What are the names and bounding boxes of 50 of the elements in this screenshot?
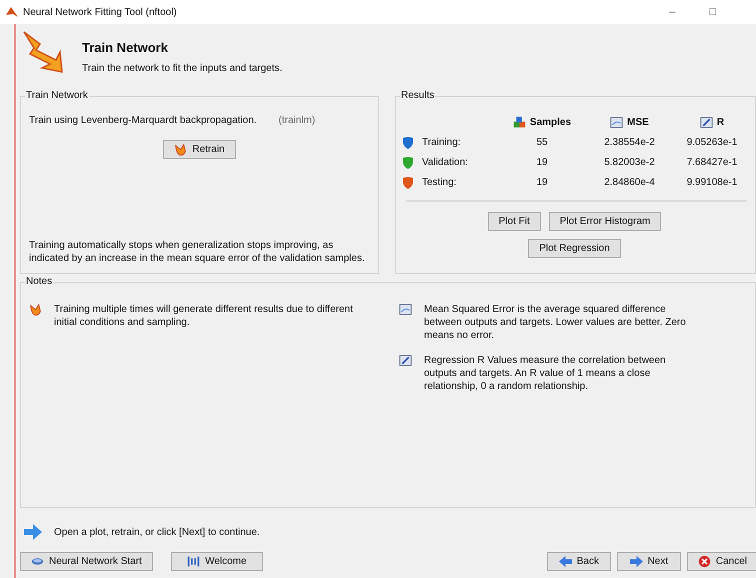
note-text: Mean Squared Error is the average squared difference between outputs and targets. Lower values are better. Zero means no error. <box>424 303 687 342</box>
app-icon <box>6 6 18 18</box>
train-function-text: (trainlm) <box>278 114 316 128</box>
arrow-right-icon <box>630 555 643 568</box>
table-cell-text: 2.84860e-4 <box>603 176 656 190</box>
nav-button[interactable]: Next <box>616 552 681 571</box>
training-note: Training automatically stops when generalization stops improving, as indicated by an increase in the mean square error of the validation samples. <box>29 239 366 265</box>
cubes-icon <box>512 116 526 129</box>
page-subtitle: Train the network to fit the inputs and targets. <box>82 62 282 76</box>
table-cell-text: 19 <box>535 156 549 170</box>
window-control[interactable]: □ <box>709 4 716 20</box>
train-method-text: Train using Levenberg-Marquardt backpropagation. <box>29 114 257 128</box>
nav-button[interactable]: Welcome <box>170 552 263 571</box>
table-cell-text: 9.05263e-1 <box>686 136 738 150</box>
pencil-window-icon <box>399 354 412 367</box>
table-cell-text: 7.68427e-1 <box>686 156 738 170</box>
note-text: Regression R Values measure the correlation between outputs and targets. An R value of 1 means a close relationship, 0 a random relationship. <box>424 354 667 393</box>
column-header: Samples <box>530 116 572 130</box>
note-text: Training multiple times will generate different results due to different initial conditions and sampling. <box>54 303 354 329</box>
chart-window-icon <box>399 303 412 316</box>
flame-icon <box>174 143 188 156</box>
page-title: Train Network <box>82 39 169 57</box>
arrow-right-icon <box>24 524 42 540</box>
cancel-icon <box>698 555 711 568</box>
arrow-left-icon <box>558 555 572 568</box>
column-header: R <box>716 116 724 130</box>
lightning-arrow-icon <box>22 30 64 74</box>
plot-button[interactable]: Plot Error Histogram <box>548 212 662 231</box>
table-cell-text: 2.38554e-2 <box>603 136 656 150</box>
plot-button[interactable]: Plot Regression <box>528 239 621 258</box>
table-cell-text: 5.82003e-2 <box>603 156 656 170</box>
nav-button[interactable]: Cancel <box>686 552 756 571</box>
window-title: Neural Network Fitting Tool (nftool) <box>23 6 177 20</box>
table-cell-text: 9.99108e-1 <box>686 176 738 190</box>
chart-window-icon <box>610 116 624 129</box>
nav-button[interactable]: Back <box>546 552 611 571</box>
status-message: Open a plot, retrain, or click [Next] to continue. <box>54 526 260 540</box>
row-label: Training: <box>422 136 461 150</box>
table-cell-text: 19 <box>535 176 549 190</box>
window-control[interactable]: – <box>669 4 676 20</box>
row-label: Testing: <box>422 176 456 190</box>
bars-icon <box>187 555 200 568</box>
row-label: Validation: <box>422 156 468 170</box>
flame-icon <box>29 303 42 316</box>
pencil-window-icon <box>700 116 713 129</box>
column-header: MSE <box>627 116 649 130</box>
table-cell-text: 55 <box>535 136 549 150</box>
plot-button[interactable]: Plot Fit <box>488 212 541 231</box>
nav-button[interactable]: Neural Network Start <box>20 552 153 571</box>
retrain-button[interactable]: Retrain <box>163 140 236 159</box>
